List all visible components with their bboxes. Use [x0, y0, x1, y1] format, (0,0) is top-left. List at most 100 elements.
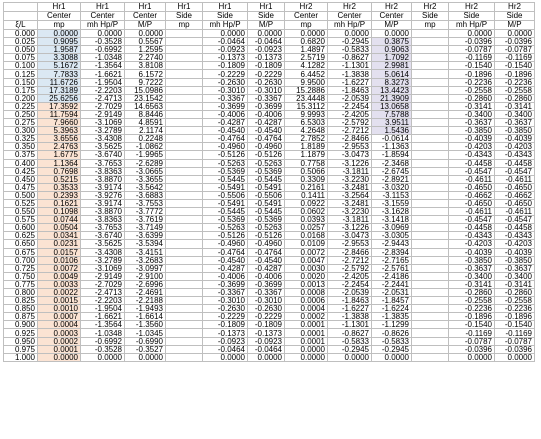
value-cell: [411, 93, 449, 103]
value-cell: 0.0106: [37, 255, 81, 265]
table-row: 0.675 0.0157 -3.4308 -3.4151 -0.4764 -0.4764 0…: [3, 247, 535, 257]
value-cell: -2.2203: [80, 85, 125, 95]
table-row: 0.475 0.3533 -3.9174 -3.5642 -0.5491 -0.5491 0…: [3, 182, 535, 192]
position-cell: 0.000: [3, 28, 38, 39]
value-cell: -2.5792: [327, 118, 372, 128]
value-cell: 1.4897: [284, 45, 328, 55]
value-cell: -1.3564: [80, 320, 125, 330]
table-header: Hr1 Hr1 Hr1 Hr1 Hr1 Hr1 Hr2 Hr2 Hr2 Hr2 Hr2 Hr2 Cent…: [3, 2, 535, 30]
column-header: mp: [411, 20, 449, 30]
value-cell: -0.4343: [448, 150, 495, 160]
value-cell: -3.0473: [327, 150, 372, 160]
value-cell: -0.4458: [448, 223, 495, 233]
value-cell: [165, 223, 203, 233]
position-cell: 0.775: [3, 279, 38, 290]
value-cell: -0.3637: [494, 118, 535, 128]
value-cell: -0.1540: [494, 320, 535, 330]
value-cell: -0.3850: [494, 255, 535, 265]
value-cell: -0.1169: [494, 328, 535, 338]
value-cell: -3.2789: [80, 255, 125, 265]
value-cell: -0.0787: [448, 336, 495, 346]
column-header: Center: [80, 11, 125, 21]
value-cell: 0.0257: [284, 223, 328, 233]
value-cell: 13.4423: [371, 85, 412, 95]
value-cell: -0.3010: [247, 296, 285, 306]
value-cell: 13.0658: [371, 101, 412, 111]
value-cell: -1.9493: [124, 304, 166, 314]
value-cell: -0.0464: [202, 37, 248, 47]
value-cell: -0.3850: [448, 255, 495, 265]
position-cell: 0.525: [3, 198, 38, 209]
value-cell: -1.9504: [80, 304, 125, 314]
value-cell: -0.4343: [494, 231, 535, 241]
value-cell: -0.2558: [494, 85, 535, 95]
value-cell: 0.0157: [37, 247, 81, 257]
value-cell: -0.1896: [448, 312, 495, 322]
column-header: Hr2: [448, 2, 495, 12]
value-cell: [165, 296, 203, 306]
position-cell: 0.825: [3, 296, 38, 306]
value-cell: -0.5126: [247, 150, 285, 160]
column-header: Hr2: [494, 2, 535, 12]
table-row: 0.325 3.6556 -3.4308 0.2248 -0.4764 -0.4764 2.…: [3, 134, 535, 144]
value-cell: [165, 352, 203, 362]
value-cell: 0.3309: [284, 174, 328, 184]
value-cell: [411, 239, 449, 249]
table-row: 0.500 0.2393 -3.9276 -3.6883 -0.5506 -0.5506 0…: [3, 190, 535, 200]
value-cell: -0.2630: [247, 304, 285, 314]
value-cell: 4.8591: [124, 118, 166, 128]
value-cell: -0.2236: [448, 304, 495, 314]
value-cell: -3.9174: [80, 182, 125, 192]
value-cell: 0.0000: [284, 352, 328, 362]
value-cell: -0.5126: [247, 231, 285, 241]
value-cell: -0.1809: [247, 61, 285, 71]
value-cell: -3.6883: [124, 190, 166, 200]
table-row: 0.775 0.0033 -2.7029 -2.6996 -0.3699 -0.3699 0…: [3, 279, 535, 290]
value-cell: 0.0000: [247, 28, 285, 39]
value-cell: -1.3838: [327, 312, 372, 322]
value-cell: [411, 85, 449, 95]
value-cell: -2.9553: [327, 142, 372, 152]
value-cell: -3.0473: [327, 231, 372, 241]
value-cell: [165, 53, 203, 63]
value-cell: 21.3909: [371, 93, 412, 103]
table-row: 0.650 0.0231 -3.5625 -3.5394 -0.4960 -0.4960 0…: [3, 239, 535, 249]
column-header: ξ/L: [3, 20, 38, 30]
value-cell: -0.2860: [494, 287, 535, 298]
value-cell: 8.8446: [124, 109, 166, 120]
value-cell: [165, 287, 203, 298]
value-cell: -0.2236: [494, 77, 535, 87]
value-cell: [411, 118, 449, 128]
value-cell: -0.0787: [494, 45, 535, 55]
value-cell: 11.7594: [37, 109, 81, 120]
column-header: Hr2: [411, 2, 449, 12]
value-cell: 0.0003: [37, 328, 81, 338]
value-cell: -2.9553: [327, 239, 372, 249]
value-cell: 7.9660: [37, 118, 81, 128]
value-cell: [411, 45, 449, 55]
value-cell: -0.3528: [80, 344, 125, 354]
value-cell: 0.0004: [37, 320, 81, 330]
column-header: M/P: [371, 20, 412, 30]
column-header: mh Hp/P: [327, 20, 372, 30]
value-cell: -0.5833: [371, 336, 412, 346]
value-cell: -0.1169: [448, 328, 495, 338]
value-cell: -2.6745: [371, 166, 412, 176]
value-cell: -0.4540: [202, 126, 248, 136]
column-header: Side: [202, 11, 248, 21]
value-cell: [165, 320, 203, 330]
value-cell: -2.4205: [327, 271, 372, 281]
value-cell: [411, 150, 449, 160]
value-cell: -0.2945: [371, 344, 412, 354]
value-cell: [411, 263, 449, 273]
position-cell: 0.475: [3, 182, 38, 192]
value-cell: -2.7029: [80, 279, 125, 290]
column-header: [3, 2, 38, 12]
value-cell: -2.4713: [80, 287, 125, 298]
value-cell: 0.0109: [284, 239, 328, 249]
value-cell: -0.5491: [202, 198, 248, 209]
value-cell: 3.3088: [37, 53, 81, 63]
value-cell: 5.3963: [37, 126, 81, 136]
value-cell: -0.3367: [202, 93, 248, 103]
position-cell: 0.950: [3, 336, 38, 346]
